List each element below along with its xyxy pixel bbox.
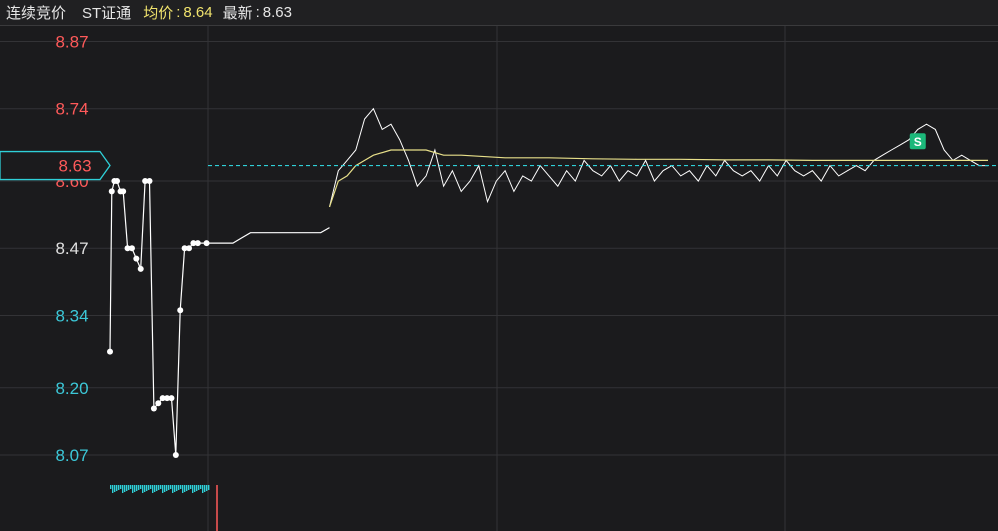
y-tick-label: 8.87	[55, 33, 88, 52]
auction-volume-bars	[110, 485, 218, 531]
volume-bar	[128, 485, 130, 490]
chart-series	[107, 107, 988, 458]
volume-bar	[164, 485, 166, 492]
volume-bar	[204, 485, 206, 492]
current-price-label: 8.63	[58, 157, 91, 176]
volume-bar	[150, 485, 152, 489]
auction-point	[186, 245, 193, 252]
auction-point	[168, 395, 175, 402]
last-price-value: 8.63	[262, 4, 292, 21]
volume-bar	[174, 485, 176, 492]
volume-bar	[160, 485, 162, 489]
volume-bar	[118, 485, 120, 490]
volume-bar	[178, 485, 180, 490]
volume-bar	[172, 485, 174, 493]
volume-bar	[208, 485, 210, 490]
volume-bar	[166, 485, 168, 491]
auction-point	[172, 451, 179, 458]
volume-bar	[122, 485, 124, 493]
volume-bar	[162, 485, 164, 493]
volume-bar	[116, 485, 118, 491]
volume-bar	[154, 485, 156, 492]
volume-bar	[120, 485, 122, 489]
auction-point	[107, 348, 113, 355]
volume-bar	[114, 485, 116, 492]
y-tick-label: 8.74	[55, 100, 88, 119]
volume-bar	[134, 485, 136, 492]
auction-point	[150, 405, 157, 412]
volume-bar	[132, 485, 134, 493]
volume-bar	[180, 485, 182, 489]
volume-bar	[194, 485, 196, 492]
volume-bar	[192, 485, 194, 493]
auction-point	[203, 240, 210, 247]
auction-point	[194, 240, 201, 247]
volume-bar	[198, 485, 200, 490]
avg-price-value: 8.64	[183, 4, 213, 21]
auction-point	[133, 255, 140, 262]
y-tick-label: 8.34	[55, 306, 88, 325]
volume-bar	[158, 485, 160, 490]
y-axis-ticks: 8.878.748.608.478.348.208.07	[55, 33, 88, 465]
volume-bar	[142, 485, 144, 493]
volume-bar	[196, 485, 198, 491]
average-price-line	[328, 149, 988, 208]
last-price-label: 最新	[222, 5, 253, 22]
chart-marks: 8.63 S	[0, 133, 998, 181]
auction-point	[177, 307, 184, 314]
volume-bar	[138, 485, 140, 490]
volume-bar	[152, 485, 154, 493]
volume-bar	[186, 485, 188, 491]
volume-bar	[140, 485, 142, 489]
trading-mode-label: 连续竞价	[6, 5, 67, 22]
volume-bar	[126, 485, 128, 491]
volume-bar	[188, 485, 190, 490]
y-tick-label: 8.20	[55, 379, 88, 398]
auction-point	[108, 188, 115, 195]
volume-bar	[124, 485, 126, 492]
price-line	[329, 107, 988, 208]
volume-bar	[206, 485, 208, 491]
auction-point	[128, 245, 135, 252]
intraday-chart[interactable]: 8.878.748.608.478.348.208.07 8.63S	[0, 26, 998, 531]
auction-point	[114, 178, 121, 185]
y-tick-label: 8.47	[55, 239, 88, 258]
auction-point	[137, 265, 144, 272]
stock-name[interactable]: ST证通	[82, 2, 131, 23]
avg-price-label: 均价	[143, 5, 174, 22]
avg-price-separator: :	[176, 4, 181, 21]
signal-marker-label: S	[914, 135, 922, 149]
volume-bar	[170, 485, 172, 489]
chart-grid	[0, 26, 998, 531]
volume-bar	[202, 485, 204, 493]
auction-line	[109, 180, 330, 456]
volume-bar	[146, 485, 148, 491]
volume-bar	[190, 485, 192, 489]
volume-bar	[182, 485, 184, 493]
volume-bar	[156, 485, 158, 491]
last-price-separator: :	[255, 4, 260, 21]
volume-bar	[176, 485, 178, 491]
volume-bar	[112, 485, 114, 493]
volume-bar	[130, 485, 132, 489]
auction-point	[120, 188, 127, 195]
volume-bar	[184, 485, 186, 492]
volume-bar	[200, 485, 202, 489]
quote-header: 连续竞价 ST证通 均价:8.64 最新:8.63	[0, 0, 998, 26]
auction-point	[146, 178, 153, 185]
volume-bar	[144, 485, 146, 492]
volume-bar	[148, 485, 150, 490]
auction-point	[155, 400, 162, 407]
volume-bar	[110, 485, 112, 489]
current-price-tag	[0, 150, 111, 181]
volume-bar	[136, 485, 138, 491]
volume-bar	[168, 485, 170, 490]
y-tick-label: 8.07	[55, 446, 88, 465]
